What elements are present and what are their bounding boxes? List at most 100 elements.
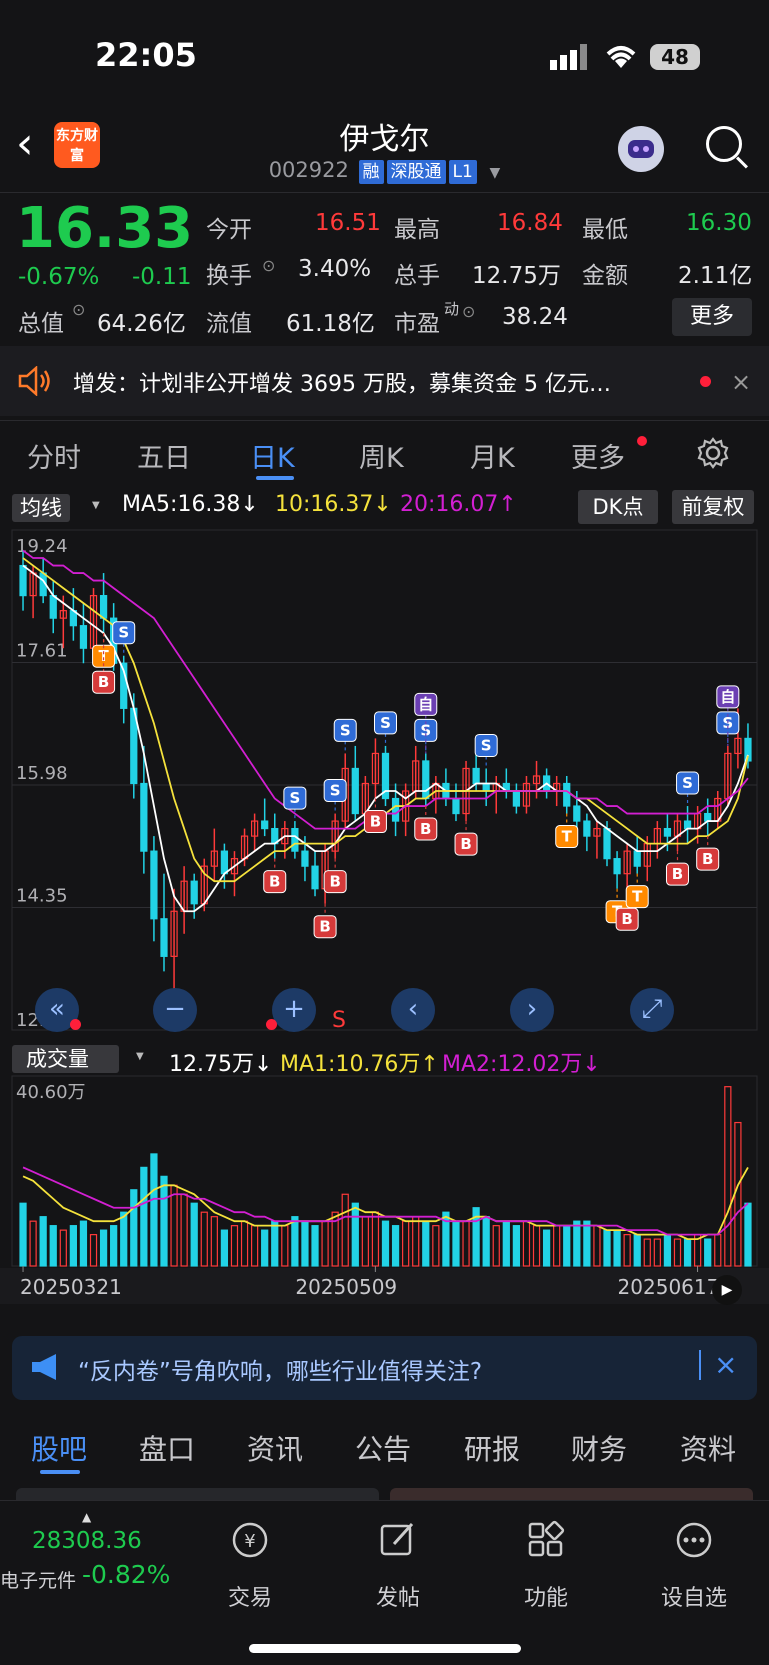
signal-badge-label: T <box>632 888 643 906</box>
tab-daily-k[interactable]: 日K <box>250 436 295 475</box>
amount-label: 金额 <box>582 263 628 289</box>
open-label: 今开 <box>206 217 252 243</box>
tab-finance[interactable]: 财务 <box>571 1428 627 1468</box>
trade-icon[interactable]: ¥ <box>230 1520 270 1564</box>
volume-bar <box>633 1234 641 1267</box>
signal-badge-label: B <box>319 918 330 936</box>
volume-bar <box>643 1238 651 1267</box>
tab-five-day[interactable]: 五日 <box>137 436 191 475</box>
low-label: 最低 <box>582 217 628 243</box>
amount-value: 2.11亿 <box>678 263 753 289</box>
volume-bar <box>321 1220 329 1267</box>
volume-bar <box>150 1153 158 1267</box>
signal-badge-label: B <box>621 910 632 928</box>
volume-chart[interactable]: 40.60万 20250321 20250509 20250617 <box>0 1074 769 1304</box>
tab-more[interactable]: 更多 <box>571 436 625 475</box>
y-tick-label: 15.98 <box>16 763 68 784</box>
volume-bar <box>593 1225 601 1267</box>
float-label: 流值 <box>206 311 252 337</box>
more-quote-button[interactable]: 更多 <box>672 298 752 336</box>
tab-monthly-k[interactable]: 月K <box>470 436 515 475</box>
candle-body <box>603 827 611 860</box>
close-icon[interactable]: × <box>714 1348 737 1381</box>
volume-bar <box>512 1225 521 1267</box>
fullscreen-icon[interactable]: ⤢ <box>630 988 674 1032</box>
ma-selector-arrow-icon: ▼ <box>92 500 100 511</box>
zoom-in-icon[interactable]: + <box>272 988 316 1032</box>
dk-point-button[interactable]: DK点 <box>578 490 658 524</box>
candle-body <box>663 827 672 837</box>
nav-post[interactable]: 发帖 <box>348 1580 448 1612</box>
scroll-left-icon[interactable]: ‹ <box>391 988 435 1032</box>
candle-body <box>563 782 571 807</box>
play-icon[interactable]: ▶ <box>712 1275 742 1305</box>
change-percent: -0.67% <box>18 264 100 290</box>
index-name: 电子元件 <box>0 1570 77 1592</box>
signal-badge-label: S <box>481 736 492 754</box>
ad-divider <box>699 1350 701 1380</box>
mktcap-value: 64.26亿 <box>97 311 186 337</box>
info-icon[interactable]: ⊙ <box>72 300 85 319</box>
signal-badge-label: B <box>269 873 280 891</box>
volume-bar <box>110 1225 118 1267</box>
scroll-right-icon[interactable]: › <box>510 988 554 1032</box>
tab-news[interactable]: 资讯 <box>247 1428 303 1468</box>
tab-weekly-k[interactable]: 周K <box>359 436 404 475</box>
candle-body <box>391 797 400 822</box>
adjustment-button[interactable]: 前复权 <box>672 490 754 524</box>
volume-selector[interactable]: 成交量 <box>12 1043 119 1073</box>
volume-bar <box>29 1220 37 1267</box>
close-icon[interactable]: × <box>731 368 751 396</box>
active-tab-indicator <box>40 1470 80 1474</box>
assistant-robot-icon[interactable] <box>618 126 664 172</box>
wifi-icon <box>604 42 638 74</box>
tab-forum[interactable]: 股吧 <box>31 1428 87 1468</box>
svg-text:¥: ¥ <box>244 1531 255 1552</box>
functions-icon[interactable] <box>526 1520 566 1564</box>
candle-body <box>583 820 591 837</box>
nav-trade[interactable]: 交易 <box>200 1580 300 1612</box>
mktcap-label: 总值 <box>18 311 64 337</box>
volume-bar <box>422 1220 430 1267</box>
chevron-down-icon: ▼ <box>489 165 501 181</box>
volume-bar <box>623 1234 631 1267</box>
volume-bar <box>180 1193 188 1267</box>
candle-body <box>261 820 269 830</box>
volume-bar <box>613 1229 621 1267</box>
low-value: 16.30 <box>686 210 752 236</box>
ma-selector[interactable]: 均线 <box>12 492 70 526</box>
info-icon[interactable]: ⊙ <box>462 302 475 321</box>
expand-up-icon[interactable]: ▲ <box>82 1510 91 1524</box>
candle-body <box>19 564 27 597</box>
volume-bar <box>583 1220 591 1267</box>
candle-body <box>422 760 430 800</box>
volume-bar <box>371 1211 380 1267</box>
tab-announcements[interactable]: 公告 <box>355 1428 411 1468</box>
settings-gear-icon[interactable] <box>696 436 730 474</box>
ma5-label: MA5:16.38↓ <box>122 492 259 517</box>
tag-margin: 融 <box>358 160 384 184</box>
pe-value: 38.24 <box>502 304 568 330</box>
volume-bar <box>49 1225 57 1267</box>
volume-value: 12.75万 <box>472 263 561 289</box>
signal-badge-label: T <box>562 828 573 846</box>
search-icon[interactable] <box>706 126 742 162</box>
nav-add-watchlist[interactable]: 设自选 <box>644 1580 744 1612</box>
volume-bar <box>402 1220 410 1267</box>
index-value[interactable]: 28308.36 <box>32 1528 142 1554</box>
info-icon[interactable]: ⊙ <box>262 256 275 275</box>
y-tick-label: 17.61 <box>16 641 68 662</box>
tab-research[interactable]: 研报 <box>464 1428 520 1468</box>
tab-intraday[interactable]: 分时 <box>27 436 81 475</box>
tab-orderbook[interactable]: 盘口 <box>139 1428 195 1468</box>
turnover-value: 3.40% <box>298 256 372 282</box>
post-icon[interactable] <box>378 1520 418 1564</box>
zoom-out-icon[interactable]: − <box>153 988 197 1032</box>
watchlist-icon[interactable] <box>674 1520 714 1564</box>
candlestick-chart[interactable]: 19.2417.6115.9814.3512.72TBSBSBBSSBSBS自B… <box>0 528 769 1040</box>
nav-functions[interactable]: 功能 <box>496 1580 596 1612</box>
candle-body <box>291 827 299 852</box>
index-change: -0.82% <box>82 1560 171 1589</box>
tab-profile[interactable]: 资料 <box>680 1428 736 1468</box>
signal-badge-label: S <box>118 624 129 642</box>
